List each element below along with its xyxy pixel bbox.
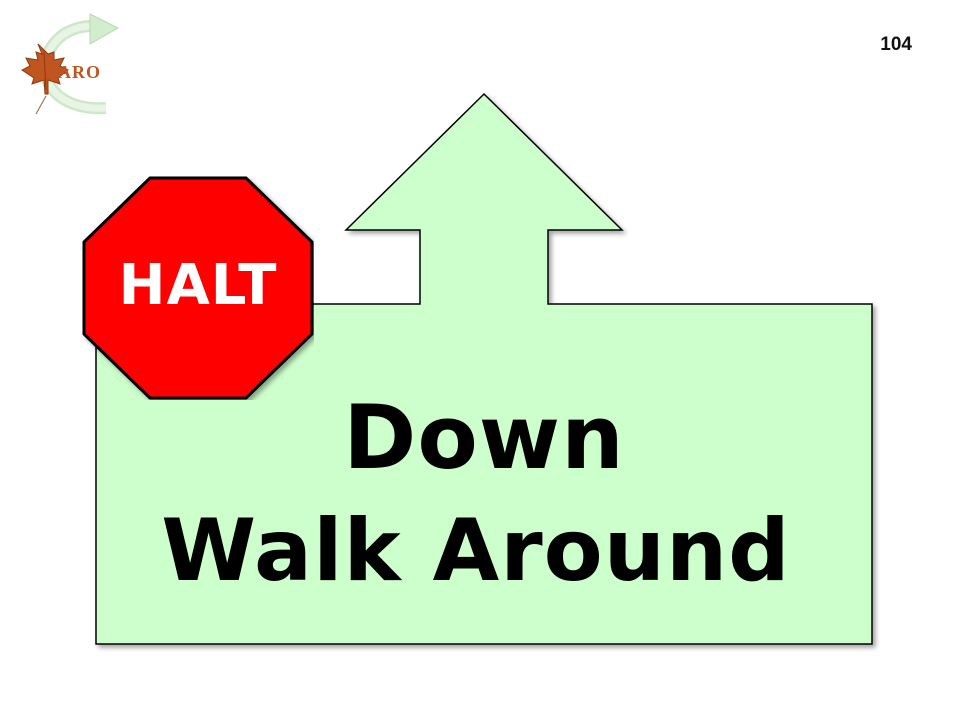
sign-line-walk-around: Walk Around xyxy=(161,501,791,601)
slide: ARO 104 Down Walk Around HALT xyxy=(0,0,960,720)
sign-line-down: Down xyxy=(343,386,625,489)
halt-label: HALT xyxy=(118,253,278,318)
